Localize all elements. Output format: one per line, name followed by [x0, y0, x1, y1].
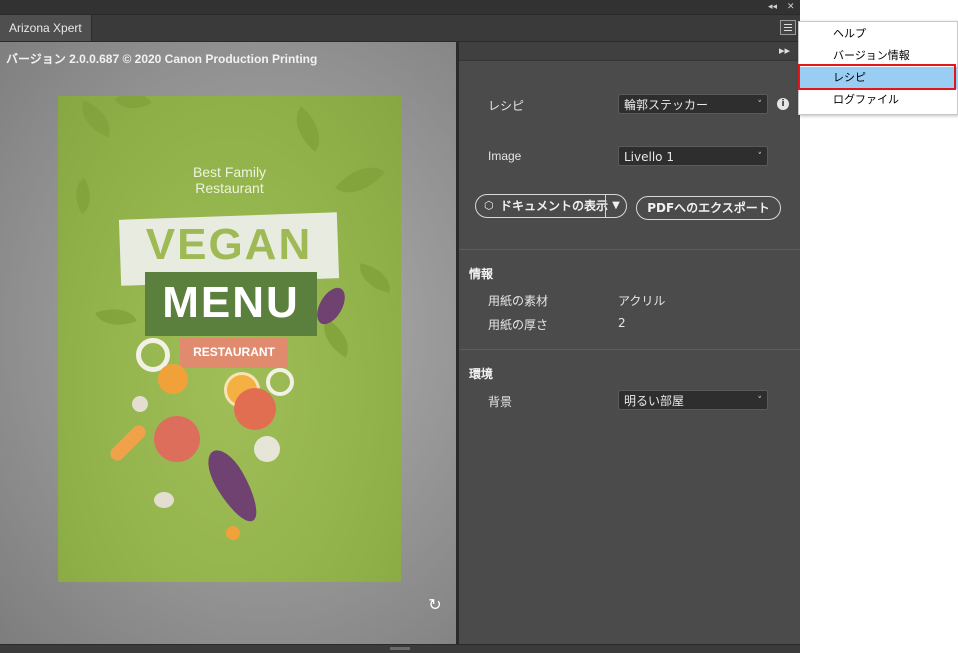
highlight-annotation: [798, 64, 956, 90]
poster-title-vegan: VEGAN: [145, 220, 313, 269]
recipe-label: レシピ: [488, 99, 525, 113]
hamburger-menu-icon[interactable]: [780, 20, 796, 35]
image-select[interactable]: Livello 1 ˅: [618, 146, 768, 166]
dropdown-chevron-icon[interactable]: ▼: [605, 195, 626, 217]
refresh-icon[interactable]: ↻: [426, 596, 444, 614]
arizona-xpert-panel: ◂◂ ✕ Arizona Xpert バージョン 2.0.0.687 © 202…: [0, 0, 800, 653]
resize-grip[interactable]: [390, 647, 410, 650]
chevron-down-icon: ˅: [757, 152, 763, 162]
recipe-select-value: 輪郭ステッカー: [624, 98, 709, 112]
separator: [459, 249, 800, 250]
panel-top-strip: ◂◂ ✕: [0, 0, 800, 15]
background-select[interactable]: 明るい部屋 ˅: [618, 390, 768, 410]
expand-icon[interactable]: ▸▸: [779, 44, 790, 57]
chevron-down-icon: ˅: [757, 100, 763, 110]
show-document-label: ドキュメントの表示: [500, 199, 608, 213]
preview-image: Best Family Restaurant VEGAN MENU RESTAU…: [58, 96, 401, 582]
background-label: 背景: [488, 395, 513, 409]
collapse-icon[interactable]: ◂◂: [768, 0, 777, 14]
environment-section-title: 環境: [469, 367, 494, 381]
tab-bar: Arizona Xpert: [0, 15, 800, 42]
paper-thickness-value: 2: [618, 316, 626, 330]
poster-subtitle-2: Restaurant: [195, 180, 264, 196]
separator: [459, 349, 800, 350]
menu-item-help[interactable]: ヘルプ: [799, 23, 957, 45]
version-text: バージョン 2.0.0.687 © 2020 Canon Production …: [6, 52, 318, 66]
show-document-button[interactable]: ⬡ ドキュメントの表示 ▼: [475, 194, 627, 218]
paper-thickness-label: 用紙の厚さ: [488, 318, 549, 332]
cube-icon: ⬡: [484, 199, 494, 212]
tab-arizona-xpert[interactable]: Arizona Xpert: [0, 15, 92, 41]
info-section-title: 情報: [469, 267, 494, 281]
poster-subtitle-1: Best Family: [192, 164, 267, 180]
preview-area: バージョン 2.0.0.687 © 2020 Canon Production …: [0, 42, 456, 644]
export-pdf-button[interactable]: PDFへのエクスポート: [636, 196, 781, 220]
settings-header: ▸▸: [459, 42, 800, 61]
settings-panel: ▸▸ レシピ 輪郭ステッカー ˅ i Image Livello 1 ˅ ⬡ ド…: [459, 42, 800, 644]
image-label: Image: [488, 149, 522, 163]
poster-title-menu: MENU: [162, 278, 300, 327]
menu-item-log-file[interactable]: ログファイル: [799, 89, 957, 111]
close-icon[interactable]: ✕: [787, 0, 795, 14]
image-select-value: Livello 1: [624, 150, 674, 164]
paper-material-label: 用紙の素材: [488, 294, 549, 308]
info-icon[interactable]: i: [777, 98, 789, 110]
poster-tag: RESTAURANT: [193, 345, 275, 359]
chevron-down-icon: ˅: [757, 396, 763, 406]
background-select-value: 明るい部屋: [624, 394, 685, 408]
recipe-select[interactable]: 輪郭ステッカー ˅: [618, 94, 768, 114]
paper-material-value: アクリル: [618, 294, 666, 308]
